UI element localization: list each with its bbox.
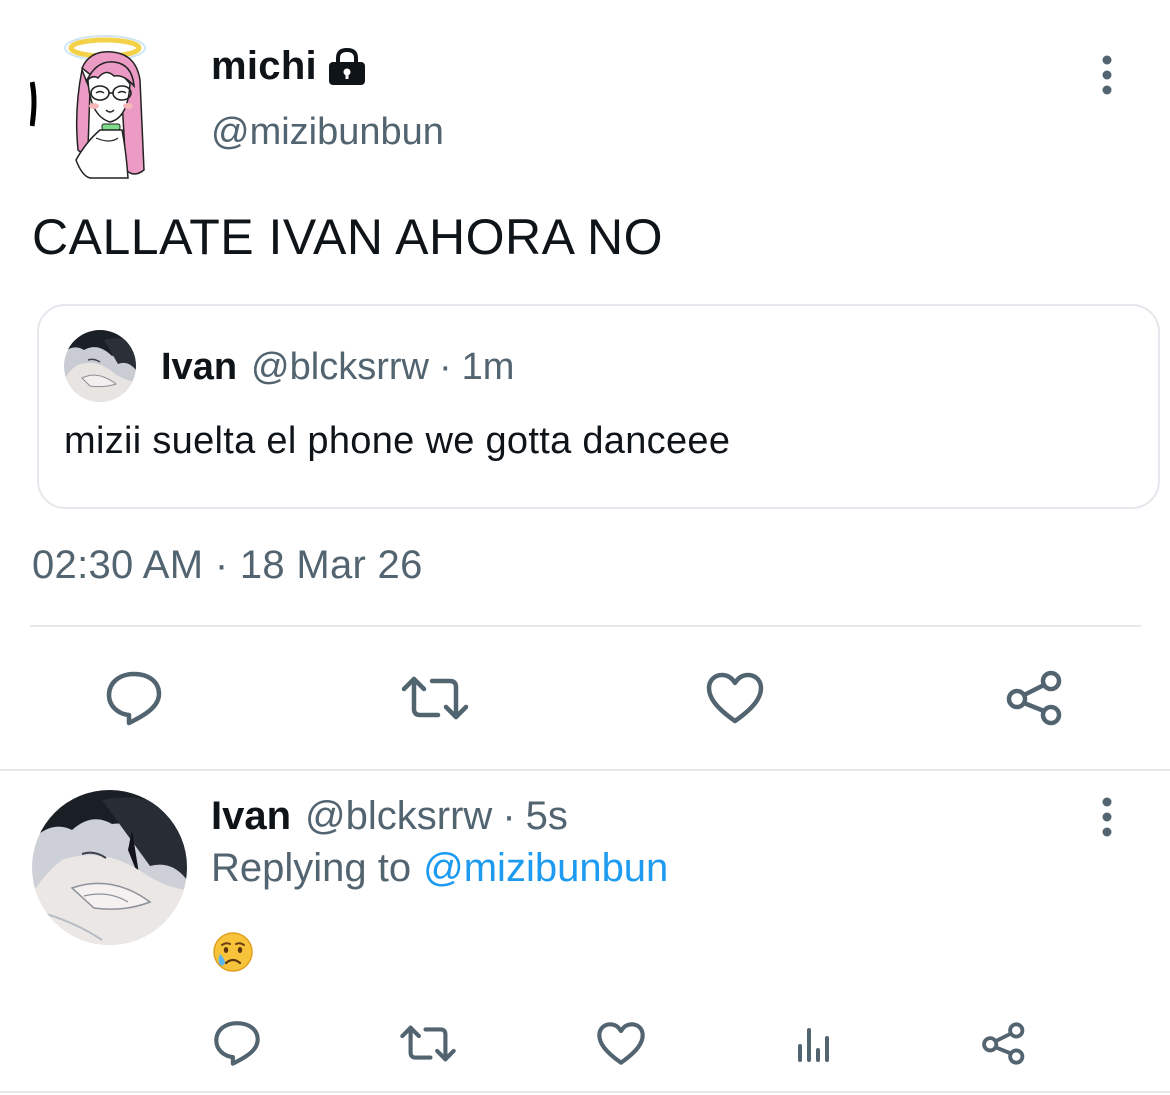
quote-separator: ·: [438, 346, 452, 388]
like-button[interactable]: [703, 670, 767, 726]
reply-author-handle[interactable]: @blcksrrw: [305, 794, 492, 839]
share-icon: [981, 1021, 1027, 1066]
tweet-divider: [0, 769, 1170, 771]
quoted-tweet[interactable]: Ivan @blcksrrw · 1m mizii suelta el phon…: [37, 304, 1160, 509]
reply-reply-button[interactable]: [212, 1018, 262, 1068]
reply-time[interactable]: 5s: [526, 794, 568, 839]
michi-avatar[interactable]: [29, 30, 160, 180]
divider: [30, 625, 1141, 627]
tweet-timestamp[interactable]: 02:30 AM · 18 Mar 26: [32, 543, 423, 588]
lock-icon: [325, 47, 369, 87]
like-icon: [596, 1021, 646, 1066]
share-button[interactable]: [1004, 668, 1066, 728]
reply-divider: [0, 1091, 1170, 1093]
more-options-icon[interactable]: [1092, 54, 1122, 98]
reply-separator: ·: [502, 794, 516, 838]
quote-text: mizii suelta el phone we gotta danceee: [64, 420, 731, 462]
quote-time: 1m: [461, 346, 515, 388]
retweet-button[interactable]: [398, 670, 472, 726]
tweet-text: CALLATE IVAN AHORA NO: [32, 209, 664, 265]
retweet-icon: [399, 1021, 457, 1066]
reply-like-button[interactable]: [596, 1020, 646, 1066]
reply-icon: [213, 1019, 261, 1067]
reply-icon: [105, 670, 163, 726]
main-tweet: michi @mizibunbun CALLATE IVAN AHORA NO: [0, 0, 1170, 770]
share-icon: [1005, 669, 1065, 727]
quote-author-handle[interactable]: @blcksrrw: [251, 346, 429, 389]
reply-more-options-icon[interactable]: [1092, 796, 1122, 840]
quote-author-name[interactable]: Ivan: [161, 346, 237, 389]
replying-prefix: Replying to: [211, 846, 412, 890]
retweet-icon: [400, 671, 470, 725]
reply-header: Ivan @blcksrrw · 5s: [211, 794, 568, 839]
like-icon: [705, 671, 765, 725]
reply-share-button[interactable]: [980, 1020, 1028, 1066]
quote-header: Ivan @blcksrrw · 1m: [161, 346, 514, 389]
author-name[interactable]: michi: [211, 44, 317, 89]
author-name-row[interactable]: michi: [211, 44, 369, 89]
replying-to: Replying to @mizibunbun: [211, 846, 668, 891]
replying-handle-link[interactable]: @mizibunbun: [423, 846, 668, 890]
views-button[interactable]: [792, 1022, 836, 1066]
reply-retweet-button[interactable]: [398, 1020, 458, 1066]
views-icon: [794, 1024, 834, 1064]
reply-button[interactable]: [102, 668, 166, 728]
author-handle[interactable]: @mizibunbun: [211, 111, 444, 154]
crying-face-icon: [211, 930, 255, 974]
quote-author-avatar[interactable]: [64, 330, 136, 402]
reply-author-name[interactable]: Ivan: [211, 794, 291, 839]
reply-author-avatar[interactable]: [32, 790, 187, 945]
